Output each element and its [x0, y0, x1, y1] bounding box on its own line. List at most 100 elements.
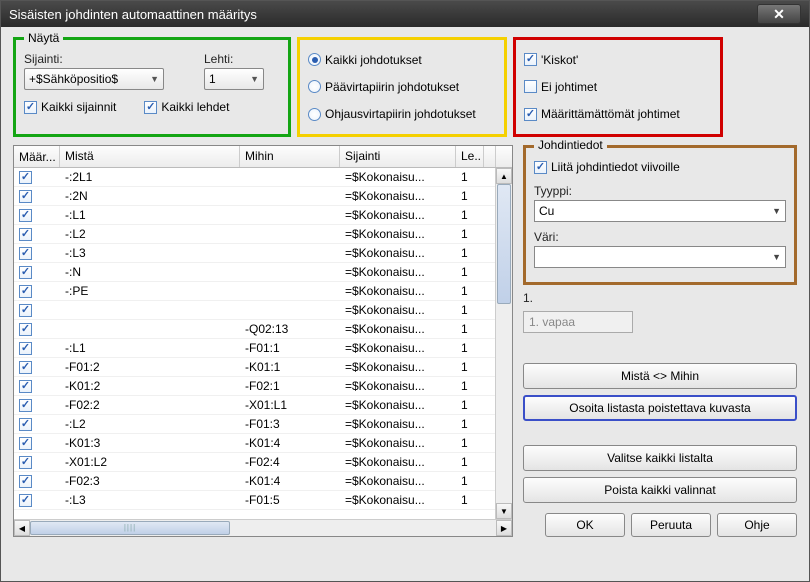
cell-loc: =$Kokonaisu... — [340, 359, 456, 375]
row-checkbox[interactable] — [19, 361, 32, 374]
chevron-down-icon: ▼ — [150, 74, 159, 84]
row-checkbox[interactable] — [19, 285, 32, 298]
attach-wireinfo-checkbox[interactable] — [534, 161, 547, 174]
table-row[interactable]: -:L1-F01:1=$Kokonaisu...1 — [14, 339, 512, 358]
row-checkbox[interactable] — [19, 437, 32, 450]
all-wirings-radio[interactable] — [308, 53, 321, 66]
row-checkbox[interactable] — [19, 228, 32, 241]
row-checkbox[interactable] — [19, 266, 32, 279]
deselect-all-button[interactable]: Poista kaikki valinnat — [523, 477, 797, 503]
table-row[interactable]: -F02:2-X01:L1=$Kokonaisu...1 — [14, 396, 512, 415]
first-free-input[interactable]: 1. vapaa — [523, 311, 633, 333]
cell-sheet: 1 — [456, 435, 484, 451]
row-checkbox[interactable] — [19, 323, 32, 336]
cell-loc: =$Kokonaisu... — [340, 435, 456, 451]
cell-from: -K01:3 — [60, 435, 240, 451]
scroll-thumb-h[interactable] — [30, 521, 230, 535]
cell-from: -F01:2 — [60, 359, 240, 375]
cell-from — [60, 328, 240, 330]
table-row[interactable]: -:2L1=$Kokonaisu...1 — [14, 168, 512, 187]
all-sheets-checkbox[interactable] — [144, 101, 157, 114]
vertical-scrollbar[interactable]: ▲ ▼ — [495, 168, 512, 519]
row-checkbox[interactable] — [19, 380, 32, 393]
all-sheets-label: Kaikki lehdet — [161, 100, 229, 114]
row-checkbox[interactable] — [19, 304, 32, 317]
help-button[interactable]: Ohje — [717, 513, 797, 537]
col-to[interactable]: Mihin — [240, 146, 340, 167]
row-checkbox[interactable] — [19, 209, 32, 222]
swap-button[interactable]: Mistä <> Mihin — [523, 363, 797, 389]
col-sheet[interactable]: Le.. — [456, 146, 484, 167]
select-all-button[interactable]: Valitse kaikki listalta — [523, 445, 797, 471]
table-row[interactable]: -K01:2-F02:1=$Kokonaisu...1 — [14, 377, 512, 396]
row-checkbox[interactable] — [19, 247, 32, 260]
table-row[interactable]: -F02:3-K01:4=$Kokonaisu...1 — [14, 472, 512, 491]
table-row[interactable]: =$Kokonaisu...1 — [14, 301, 512, 320]
first-free-placeholder: 1. vapaa — [529, 315, 575, 329]
cell-loc: =$Kokonaisu... — [340, 492, 456, 508]
table-row[interactable]: -:L2=$Kokonaisu...1 — [14, 225, 512, 244]
cell-loc: =$Kokonaisu... — [340, 169, 456, 185]
table-row[interactable]: -X01:L2-F02:4=$Kokonaisu...1 — [14, 453, 512, 472]
row-checkbox[interactable] — [19, 475, 32, 488]
location-value: +$Sähköpositio$ — [29, 72, 118, 86]
cell-from: -F02:2 — [60, 397, 240, 413]
table-row[interactable]: -:2N=$Kokonaisu...1 — [14, 187, 512, 206]
sheet-select[interactable]: 1 ▼ — [204, 68, 264, 90]
close-button[interactable]: ✕ — [757, 4, 801, 24]
cell-to: -F02:4 — [240, 454, 340, 470]
color-label: Väri: — [534, 230, 786, 244]
cell-sheet: 1 — [456, 226, 484, 242]
control-circuit-radio[interactable] — [308, 108, 321, 121]
busbars-checkbox[interactable] — [524, 53, 537, 66]
table-row[interactable]: -:L3=$Kokonaisu...1 — [14, 244, 512, 263]
cell-loc: =$Kokonaisu... — [340, 454, 456, 470]
ok-button[interactable]: OK — [545, 513, 625, 537]
horizontal-scrollbar[interactable]: ◀ ▶ — [14, 519, 512, 536]
row-checkbox[interactable] — [19, 171, 32, 184]
cell-from: -F02:3 — [60, 473, 240, 489]
cell-sheet: 1 — [456, 359, 484, 375]
row-checkbox[interactable] — [19, 494, 32, 507]
busbars-label: 'Kiskot' — [541, 53, 578, 67]
cell-sheet: 1 — [456, 207, 484, 223]
type-select[interactable]: Cu ▼ — [534, 200, 786, 222]
table-row[interactable]: -:L2-F01:3=$Kokonaisu...1 — [14, 415, 512, 434]
table-row[interactable]: -F01:2-K01:1=$Kokonaisu...1 — [14, 358, 512, 377]
main-circuit-radio[interactable] — [308, 80, 321, 93]
scroll-left-icon[interactable]: ◀ — [14, 520, 30, 536]
all-locations-checkbox[interactable] — [24, 101, 37, 114]
undefined-wires-checkbox[interactable] — [524, 108, 537, 121]
table-row[interactable]: -K01:3-K01:4=$Kokonaisu...1 — [14, 434, 512, 453]
no-wires-checkbox[interactable] — [524, 80, 537, 93]
cell-loc: =$Kokonaisu... — [340, 397, 456, 413]
location-select[interactable]: +$Sähköpositio$ ▼ — [24, 68, 164, 90]
table-row[interactable]: -:L3-F01:5=$Kokonaisu...1 — [14, 491, 512, 510]
table-row[interactable]: -:PE=$Kokonaisu...1 — [14, 282, 512, 301]
row-checkbox[interactable] — [19, 456, 32, 469]
cancel-button[interactable]: Peruuta — [631, 513, 711, 537]
cell-from: -:L3 — [60, 245, 240, 261]
wires-table: Määr... Mistä Mihin Sijainti Le.. -:2L1=… — [13, 145, 513, 537]
titlebar: Sisäisten johdinten automaattinen määrit… — [1, 1, 809, 27]
cell-sheet: 1 — [456, 283, 484, 299]
table-row[interactable]: -:L1=$Kokonaisu...1 — [14, 206, 512, 225]
table-body[interactable]: -:2L1=$Kokonaisu...1-:2N=$Kokonaisu...1-… — [14, 168, 512, 519]
row-checkbox[interactable] — [19, 342, 32, 355]
col-from[interactable]: Mistä — [60, 146, 240, 167]
table-row[interactable]: -Q02:13=$Kokonaisu...1 — [14, 320, 512, 339]
scroll-thumb[interactable] — [497, 184, 511, 304]
col-def[interactable]: Määr... — [14, 146, 60, 167]
remove-from-list-button[interactable]: Osoita listasta poistettava kuvasta — [523, 395, 797, 421]
color-select[interactable]: ▼ — [534, 246, 786, 268]
table-row[interactable]: -:N=$Kokonaisu...1 — [14, 263, 512, 282]
scroll-down-icon[interactable]: ▼ — [496, 503, 512, 519]
scroll-right-icon[interactable]: ▶ — [496, 520, 512, 536]
row-checkbox[interactable] — [19, 418, 32, 431]
cell-from: -K01:2 — [60, 378, 240, 394]
col-loc[interactable]: Sijainti — [340, 146, 456, 167]
row-checkbox[interactable] — [19, 399, 32, 412]
row-checkbox[interactable] — [19, 190, 32, 203]
chevron-down-icon: ▼ — [772, 206, 781, 216]
scroll-up-icon[interactable]: ▲ — [496, 168, 512, 184]
